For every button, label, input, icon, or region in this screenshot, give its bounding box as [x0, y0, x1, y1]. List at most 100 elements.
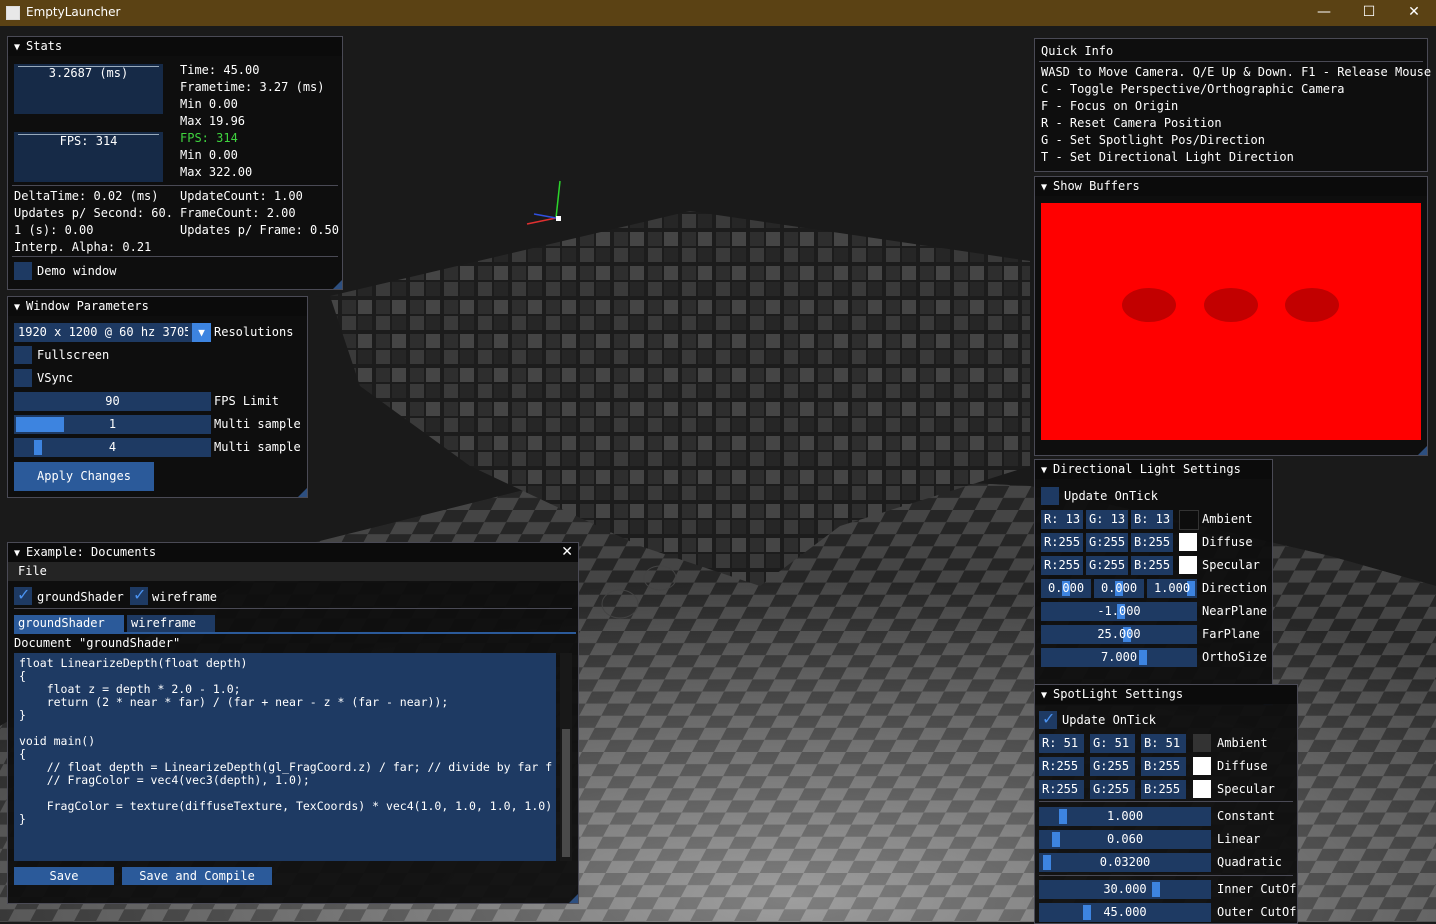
collapse-arrow-icon[interactable]: ▼	[1041, 686, 1053, 704]
maximize-button[interactable]: ☐	[1346, 0, 1392, 26]
dir-ambient-r[interactable]: R: 13	[1041, 510, 1083, 529]
spot-diffuse-g-value: G:255	[1093, 759, 1130, 773]
resolution-dropdown[interactable]: 1920 x 1200 @ 60 hz 37054 ▼	[14, 323, 211, 342]
chevron-down-icon[interactable]: ▼	[192, 323, 211, 342]
save-and-compile-button[interactable]: Save and Compile	[122, 867, 272, 885]
wireframe-checkbox[interactable]: ✓	[130, 585, 148, 605]
multi-sample-1-value: 1	[108, 417, 117, 431]
directional-light-window[interactable]: ▼ Directional Light Settings Update OnTic…	[1034, 459, 1273, 706]
collapse-arrow-icon[interactable]: ▼	[1041, 461, 1053, 479]
window-parameters-title[interactable]: ▼ Window Parameters	[8, 297, 307, 316]
spot-specular-r[interactable]: R:255	[1039, 780, 1084, 799]
spot-ambient-g[interactable]: G: 51	[1090, 734, 1135, 753]
linear-label: Linear	[1217, 832, 1261, 846]
dir-diffuse-swatch[interactable]	[1179, 533, 1197, 551]
dir-direction-x-value: 0.000	[1047, 581, 1085, 595]
spot-ambient-b[interactable]: B: 51	[1141, 734, 1186, 753]
dir-specular-r[interactable]: R:255	[1041, 556, 1083, 575]
dir-direction-z-value: 1.000	[1153, 581, 1191, 595]
scrollbar-thumb[interactable]	[562, 729, 570, 857]
menu-file[interactable]: File	[18, 564, 47, 578]
close-icon[interactable]: ✕	[561, 544, 573, 560]
demo-window-checkbox[interactable]	[14, 262, 32, 280]
dir-specular-swatch[interactable]	[1179, 556, 1197, 574]
tab-wireframe[interactable]: wireframe	[127, 615, 215, 632]
dir-diffuse-g[interactable]: G:255	[1086, 533, 1128, 552]
near-plane-slider[interactable]: -1.000	[1041, 602, 1197, 621]
tab-groundshader[interactable]: groundShader	[14, 615, 124, 632]
spot-diffuse-swatch[interactable]	[1193, 757, 1211, 775]
collapse-arrow-icon[interactable]: ▼	[14, 544, 26, 562]
multi-sample-slider-1[interactable]: 1	[14, 415, 211, 434]
close-window-button[interactable]: ✕	[1391, 0, 1436, 26]
spot-specular-r-value: R:255	[1042, 782, 1079, 796]
collapse-arrow-icon[interactable]: ▼	[1041, 178, 1053, 196]
dir-direction-z[interactable]: 1.000	[1147, 579, 1197, 598]
documents-window[interactable]: ▼ Example: Documents ✕ File ✓ groundShade…	[7, 542, 579, 904]
dir-specular-g[interactable]: G:255	[1086, 556, 1128, 575]
window-parameters-window[interactable]: ▼ Window Parameters 1920 x 1200 @ 60 hz 3…	[7, 296, 308, 498]
multi-sample-slider-2[interactable]: 4	[14, 438, 211, 457]
spotlight-title[interactable]: ▼ SpotLight Settings	[1035, 685, 1297, 704]
inner-cutoff-slider[interactable]: 30.000	[1039, 880, 1211, 899]
quick-info-window[interactable]: Quick Info WASD to Move Camera. Q/E Up &…	[1034, 38, 1431, 172]
dir-ambient-b[interactable]: B: 13	[1131, 510, 1173, 529]
dir-ambient-g[interactable]: G: 13	[1086, 510, 1128, 529]
spot-ambient-swatch[interactable]	[1193, 734, 1211, 752]
dir-direction-x[interactable]: 0.000	[1041, 579, 1091, 598]
dir-diffuse-b[interactable]: B:255	[1131, 533, 1173, 552]
spot-diffuse-b[interactable]: B:255	[1141, 757, 1186, 776]
window-title: EmptyLauncher	[26, 5, 121, 19]
dir-update-ontick-checkbox[interactable]	[1041, 487, 1059, 505]
fps-text: FPS: 314	[180, 131, 238, 145]
show-buffers-title[interactable]: ▼ Show Buffers	[1035, 177, 1427, 196]
spot-specular-g[interactable]: G:255	[1090, 780, 1135, 799]
dir-direction-y[interactable]: 0.000	[1094, 579, 1144, 598]
resize-grip[interactable]	[298, 488, 307, 497]
code-editor[interactable]: float LinearizeDepth(float depth) { floa…	[14, 653, 572, 861]
fullscreen-label: Fullscreen	[37, 348, 110, 362]
directional-light-title[interactable]: ▼ Directional Light Settings	[1035, 460, 1272, 479]
constant-value: 1.000	[1106, 809, 1144, 823]
groundshader-checkbox[interactable]: ✓	[14, 585, 32, 605]
spot-ambient-r[interactable]: R: 51	[1039, 734, 1084, 753]
window-titlebar[interactable]: EmptyLauncher — ☐ ✕	[0, 0, 1436, 26]
dir-ambient-swatch[interactable]	[1179, 510, 1199, 530]
outer-cutoff-slider[interactable]: 45.000	[1039, 903, 1211, 922]
code-text[interactable]: float LinearizeDepth(float depth) { floa…	[14, 653, 556, 830]
dir-specular-b[interactable]: B:255	[1131, 556, 1173, 575]
apply-changes-button[interactable]: Apply Changes	[14, 462, 154, 491]
spot-diffuse-g[interactable]: G:255	[1090, 757, 1135, 776]
dir-ambient-b-value: B: 13	[1134, 512, 1171, 526]
spot-specular-swatch[interactable]	[1193, 780, 1211, 798]
stats-window-title[interactable]: ▼ Stats	[8, 37, 342, 56]
spot-diffuse-r[interactable]: R:255	[1039, 757, 1084, 776]
collapse-arrow-icon[interactable]: ▼	[14, 298, 26, 316]
constant-slider[interactable]: 1.000	[1039, 807, 1211, 826]
documents-window-title[interactable]: ▼ Example: Documents	[8, 543, 578, 562]
resize-grip[interactable]	[1418, 446, 1427, 455]
spot-update-ontick-checkbox[interactable]: ✓	[1039, 709, 1057, 729]
fps-plot-label: FPS: 314	[59, 134, 118, 148]
far-plane-slider[interactable]: 25.000	[1041, 625, 1197, 644]
stats-window[interactable]: ▼ Stats 3.2687 (ms) FPS: 314 Time: 45.00 …	[7, 36, 343, 290]
minimize-button[interactable]: —	[1301, 0, 1347, 26]
fullscreen-checkbox[interactable]	[14, 346, 32, 364]
linear-slider[interactable]: 0.060	[1039, 830, 1211, 849]
save-button[interactable]: Save	[14, 867, 114, 885]
scrollbar[interactable]	[560, 653, 572, 861]
vsync-checkbox[interactable]	[14, 369, 32, 387]
tab-groundshader-label: groundShader	[18, 616, 105, 630]
show-buffers-window[interactable]: ▼ Show Buffers	[1034, 176, 1428, 456]
collapse-arrow-icon[interactable]: ▼	[14, 38, 26, 56]
quadratic-slider[interactable]: 0.03200	[1039, 853, 1211, 872]
resize-grip[interactable]	[333, 280, 342, 289]
ortho-size-slider[interactable]: 7.000	[1041, 648, 1197, 667]
viewport-3d[interactable]: ▼ Stats 3.2687 (ms) FPS: 314 Time: 45.00 …	[0, 26, 1436, 924]
spotlight-window[interactable]: ▼ SpotLight Settings ✓ Update OnTick R: 5…	[1034, 684, 1298, 924]
dir-diffuse-r[interactable]: R:255	[1041, 533, 1083, 552]
spot-specular-b[interactable]: B:255	[1141, 780, 1186, 799]
fps-limit-input[interactable]: 90	[14, 392, 211, 411]
frametime-max-text: Max 19.96	[180, 114, 246, 128]
resize-grip[interactable]	[569, 894, 578, 903]
